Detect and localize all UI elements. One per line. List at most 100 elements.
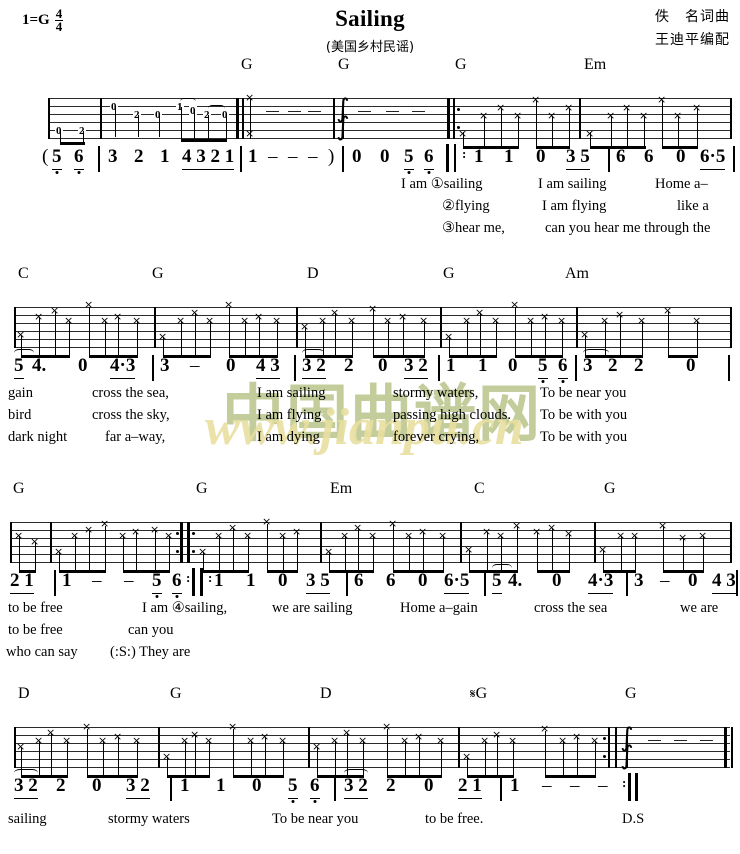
chord-label: D bbox=[18, 685, 30, 702]
tie bbox=[344, 769, 368, 777]
sustain-dash: — bbox=[412, 103, 425, 118]
tab-fret-number: 2 bbox=[133, 109, 141, 121]
chord-label: G bbox=[152, 265, 164, 282]
lyric-word: passing high clouds. bbox=[393, 407, 512, 423]
lyric-row: ③hear me, can you hear me through the bbox=[0, 220, 740, 242]
sustain-dash: — bbox=[386, 103, 399, 118]
chord-label: G bbox=[455, 56, 467, 73]
system-3-tab-staff: × × × × × × × × × × × bbox=[0, 500, 740, 574]
system-3: G G Em C G × × 2 1 1 – – 5 6:: 1 1 0 3… bbox=[0, 480, 740, 666]
sustain-dash: — bbox=[288, 103, 301, 118]
system-1-jianpu: ( 5 6 3 2 1 4 3 2 1 1 – – – ) 0 0 5 6 : … bbox=[0, 144, 740, 176]
credit-arranger: 王迪平编配 bbox=[655, 32, 730, 49]
chord-label: G bbox=[196, 480, 208, 497]
system-3-jianpu: 2 1 1 – – 5 6 : : 1 1 0 3 5 6 6 0 6·5 5 … bbox=[0, 564, 740, 600]
lyric-row: bird cross the sky, I am flying passing … bbox=[0, 407, 740, 429]
system-2-chords: C G D G Am bbox=[0, 265, 740, 285]
tab-fret-number: 0 bbox=[154, 109, 162, 121]
system-2-tab-staff: × × × × × × × × × × × × bbox=[0, 285, 740, 359]
lyric-word: To be near you bbox=[540, 385, 627, 401]
system-4-jianpu: 3 2 2 0 3 2 1 1 0 5 6 3 2 2 0 2 1 1 – – … bbox=[0, 769, 740, 805]
lyric-word: stormy waters bbox=[108, 811, 190, 827]
lyric-word: To be near you bbox=[272, 811, 359, 827]
lyric-word: I am dying bbox=[257, 429, 320, 445]
system-1-tab-staff: 0 2 0 2 0 1 0 2 0 × × bbox=[0, 76, 740, 150]
lyric-word: cross the sky, bbox=[92, 407, 170, 423]
lyric-word: like a bbox=[677, 198, 709, 214]
lyric-word: to be free. bbox=[425, 811, 484, 827]
lyric-word: to be free bbox=[8, 622, 63, 638]
lyric-word: D.S bbox=[622, 811, 645, 827]
system-1-lyrics: I am ①sailing I am sailing Home a– ②flyi… bbox=[0, 176, 740, 242]
chord-label: 𝄋G bbox=[470, 685, 487, 703]
lyric-word: I am ④sailing, bbox=[142, 600, 228, 616]
lyric-word: ③hear me, bbox=[442, 220, 505, 236]
system-1: G G G Em 0 2 0 2 0 1 0 2 0 — — — — — — (… bbox=[0, 56, 740, 242]
sustain-dash: — bbox=[700, 732, 713, 747]
lyric-word: Home a–gain bbox=[400, 600, 478, 616]
chord-label: D bbox=[307, 265, 319, 282]
credit-lyricist: 佚 名词曲 bbox=[655, 9, 730, 25]
lyric-word: bird bbox=[8, 407, 32, 423]
lyric-word: stormy waters, bbox=[393, 385, 479, 401]
lyric-word: who can say bbox=[6, 644, 78, 660]
lyric-row: to be free I am ④sailing, we are sailing… bbox=[0, 600, 740, 622]
lyric-word: dark night bbox=[8, 429, 68, 445]
system-2-lyrics: gain cross the sea, I am sailing stormy … bbox=[0, 385, 740, 451]
chord-label: G bbox=[443, 265, 455, 282]
lyric-row: dark night far a–way, I am dying forever… bbox=[0, 429, 740, 451]
chord-label: G bbox=[338, 56, 350, 73]
tab-fret-number: 0 bbox=[189, 105, 197, 117]
sustain-dash: — bbox=[266, 103, 279, 118]
lyric-word: I am ①sailing bbox=[401, 176, 483, 192]
lyric-word: gain bbox=[8, 385, 33, 401]
lyric-word: to be free bbox=[8, 600, 63, 616]
system-2-jianpu: 5 4. 0 4·3 3 – 0 4 3 3 2 2 0 3 2 1 1 0 5… bbox=[0, 349, 740, 385]
tab-fret-number: 0 bbox=[110, 101, 118, 113]
chord-label: C bbox=[18, 265, 29, 282]
lyric-word: forever crying, bbox=[393, 429, 480, 445]
lyric-word: can you hear me through the bbox=[545, 220, 711, 236]
tab-fret-number: 2 bbox=[78, 125, 86, 137]
lyric-word: (:S:) They are bbox=[110, 644, 191, 660]
lyric-row: gain cross the sea, I am sailing stormy … bbox=[0, 385, 740, 407]
credits: 佚 名词曲 王迪平编配 bbox=[655, 6, 730, 52]
lyric-word: far a–way, bbox=[105, 429, 166, 445]
lyric-word: Home a– bbox=[655, 176, 708, 192]
lyric-word: we are sailing bbox=[272, 600, 353, 616]
lyric-row: who can say (:S:) They are bbox=[0, 644, 740, 666]
lyric-word: cross the sea bbox=[534, 600, 608, 616]
chord-label: G bbox=[604, 480, 616, 497]
sheet-music-page: 中国曲谱网 www.jianpu.cn 1=G 4 4 Sailing (美国乡… bbox=[0, 0, 740, 854]
sustain-dash: — bbox=[358, 103, 371, 118]
chord-label: G bbox=[625, 685, 637, 702]
slur bbox=[180, 98, 196, 105]
tie bbox=[583, 349, 609, 357]
tie bbox=[14, 769, 38, 777]
lyric-word: sailing bbox=[8, 811, 47, 827]
lyric-row: ②flying I am flying like a bbox=[0, 198, 740, 220]
chord-label: Em bbox=[584, 56, 607, 73]
tie bbox=[14, 349, 34, 357]
lyric-word: I am sailing bbox=[538, 176, 607, 192]
chord-label: Em bbox=[330, 480, 353, 497]
lyric-word: we are bbox=[680, 600, 719, 616]
lyric-word: ②flying bbox=[442, 198, 490, 214]
tie bbox=[302, 349, 324, 357]
lyric-word: can you bbox=[128, 622, 174, 638]
chord-label: Am bbox=[565, 265, 589, 282]
system-1-chords: G G G Em bbox=[0, 56, 740, 76]
lyric-word: I am sailing bbox=[257, 385, 326, 401]
sustain-dash: — bbox=[648, 732, 661, 747]
tab-fret-number: 0 bbox=[55, 125, 63, 137]
chord-label-text: G bbox=[475, 685, 488, 702]
system-4-chords: D G D 𝄋G G bbox=[0, 685, 740, 705]
slur bbox=[208, 105, 225, 112]
chord-label: G bbox=[241, 56, 253, 73]
chord-label: G bbox=[13, 480, 25, 497]
chord-label: G bbox=[170, 685, 182, 702]
system-4-lyrics: sailing stormy waters To be near you to … bbox=[0, 811, 740, 833]
lyric-row: I am ①sailing I am sailing Home a– bbox=[0, 176, 740, 198]
lyric-word: I am flying bbox=[542, 198, 607, 214]
system-4-tab-staff: × × × × × × × × × × × × bbox=[0, 705, 740, 779]
